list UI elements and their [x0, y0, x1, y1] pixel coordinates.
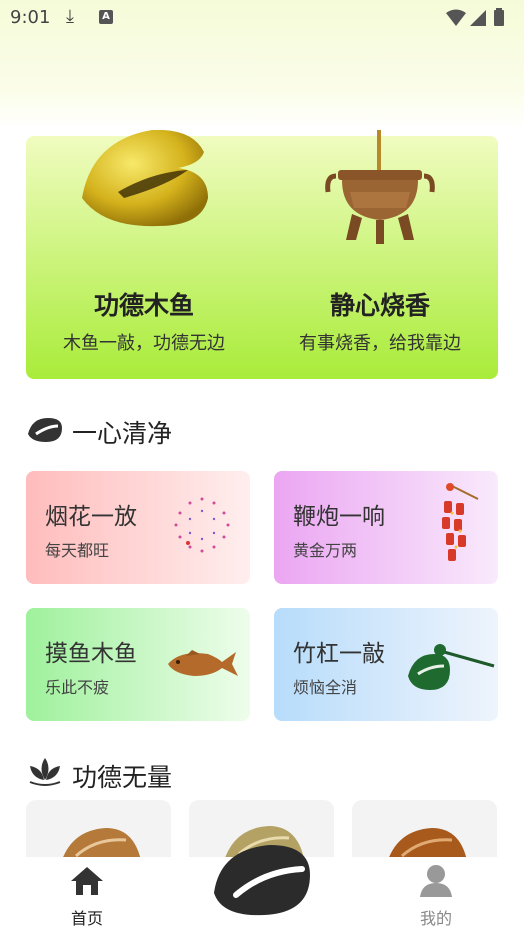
- section-title: 一心清净: [72, 419, 173, 448]
- home-icon: [71, 867, 103, 895]
- card-subtitle: 每天都旺: [45, 541, 110, 560]
- wifi-icon: [446, 9, 466, 26]
- bottom-tab-bar: 首页 我的: [0, 845, 524, 933]
- a-badge-icon: A: [99, 10, 113, 24]
- card-fish[interactable]: 摸鱼木鱼 乐此不疲: [26, 608, 250, 721]
- profile-icon: [420, 865, 452, 897]
- hero-subtitle: 有事烧香，给我靠边: [299, 333, 461, 354]
- card-title: 烟花一放: [45, 504, 137, 530]
- wooden-fish-icon: [28, 418, 62, 442]
- wooden-fish-icon: [82, 130, 208, 227]
- firecracker-icon: [442, 483, 479, 561]
- hero-card: 功德木鱼 木鱼一敲，功德无边 静心烧香 有事烧香，给我靠边: [26, 130, 498, 379]
- wooden-fish-icon: [214, 845, 310, 916]
- battery-icon: [494, 10, 504, 26]
- card-title: 摸鱼木鱼: [45, 641, 137, 667]
- hero-title: 功德木鱼: [93, 291, 194, 320]
- tab-label: 首页: [70, 909, 103, 928]
- tab-label: 我的: [419, 909, 452, 928]
- bamboo-knock-icon: [408, 644, 495, 690]
- status-time: 9:01: [10, 7, 51, 28]
- section-title: 功德无量: [72, 763, 173, 792]
- card-subtitle: 烦恼全消: [293, 678, 358, 697]
- tab-home[interactable]: 首页: [42, 857, 132, 933]
- hero-item-incense[interactable]: 静心烧香 有事烧香，给我靠边: [262, 130, 498, 379]
- hero-item-wooden-fish[interactable]: 功德木鱼 木鱼一敲，功德无边: [26, 130, 262, 379]
- section-header-merit: 功德无量: [26, 754, 326, 794]
- signal-icon: [470, 10, 486, 26]
- card-subtitle: 黄金万两: [293, 541, 358, 560]
- hero-subtitle: 木鱼一敲，功德无边: [63, 333, 225, 354]
- download-icon: ⤓: [66, 6, 74, 27]
- card-title: 鞭炮一响: [293, 504, 385, 530]
- status-icons: [444, 8, 510, 32]
- card-subtitle: 乐此不疲: [45, 678, 110, 697]
- status-bar: 9:01 ⤓ A: [0, 0, 524, 36]
- card-title: 竹杠一敲: [293, 641, 385, 667]
- section-header-pure-mind: 一心清净: [26, 410, 326, 450]
- fish-icon: [168, 650, 238, 676]
- tab-wooden-fish[interactable]: [206, 845, 318, 933]
- incense-burner-icon: [325, 130, 435, 244]
- card-firework[interactable]: 烟花一放 每天都旺: [26, 471, 250, 584]
- hero-title: 静心烧香: [329, 291, 430, 320]
- tab-profile[interactable]: 我的: [391, 857, 481, 933]
- card-bamboo-knock[interactable]: 竹杠一敲 烦恼全消: [274, 608, 498, 721]
- lotus-icon: [29, 758, 61, 786]
- card-firecracker[interactable]: 鞭炮一响 黄金万两: [274, 471, 498, 584]
- firework-icon: [174, 497, 230, 553]
